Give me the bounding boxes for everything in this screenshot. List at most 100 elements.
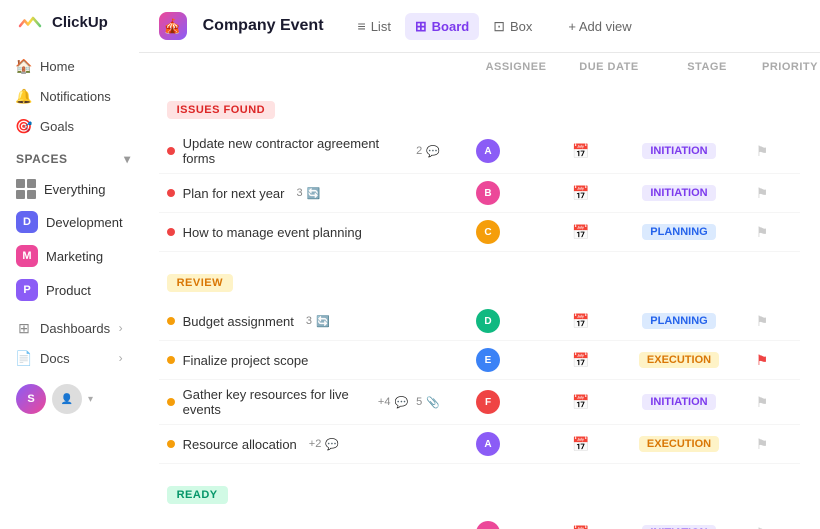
sidebar-item-development[interactable]: D Development [8,206,131,238]
sidebar-logo[interactable]: ClickUp [0,0,139,52]
assignee-avatar: B [476,181,500,205]
group-issues-header[interactable]: ISSUES FOUND [159,95,800,125]
development-icon: D [16,211,38,233]
board-icon: ⊞ [415,18,427,35]
assignee-avatar: A [476,432,500,456]
calendar-icon: 📅 [572,185,589,202]
sidebar-item-product[interactable]: P Product [8,274,131,306]
status-badge: PLANNING [642,313,715,329]
tab-list[interactable]: ≡ List [348,13,401,40]
spaces-list: Everything D Development M Marketing P P… [0,170,139,310]
status-badge: EXECUTION [639,352,719,368]
flag-icon: ⚑ [756,224,769,241]
col-priority: PRIORITY [760,61,820,73]
col-due-date: DUE DATE [564,61,654,73]
calendar-icon: 📅 [572,224,589,241]
task-row[interactable]: How to manage event planning C 📅 PLANNIN… [159,213,800,252]
user-menu-arrow: ▾ [88,394,93,405]
group-ready-header[interactable]: READY [159,480,800,510]
assignee-avatar: C [476,220,500,244]
task-row[interactable]: Budget assignment 3 🔄 D 📅 PLANNING ⚑ [159,302,800,341]
assignee-avatar: B [476,521,500,529]
sidebar-item-everything[interactable]: Everything [8,174,131,204]
tab-box[interactable]: ⊡ Box [483,13,542,40]
user-avatar-photo: 👤 [52,384,82,414]
task-meta: 3 🔄 [297,187,321,200]
add-view-button[interactable]: + Add view [558,14,641,39]
sidebar-item-notifications[interactable]: 🔔 Notifications [8,82,131,110]
sidebar-item-marketing[interactable]: M Marketing [8,240,131,272]
task-meta: +4 💬 5 📎 [378,396,440,409]
ready-badge: READY [167,486,228,504]
assignee-avatar: D [476,309,500,333]
task-row[interactable]: Update new contractor agreement forms 2 … [159,129,800,174]
assignee-avatar: F [476,390,500,414]
priority-dot [167,317,175,325]
sidebar-item-docs[interactable]: 📄 Docs › [8,344,131,372]
goals-icon: 🎯 [16,118,32,134]
everything-icon [16,179,36,199]
calendar-icon: 📅 [572,143,589,160]
sidebar-item-goals[interactable]: 🎯 Goals [8,112,131,140]
bell-icon: 🔔 [16,88,32,104]
task-row[interactable]: Gather key resources for live events +4 … [159,380,800,425]
status-badge: EXECUTION [639,436,719,452]
sidebar-bottom-nav: ⊞ Dashboards › 📄 Docs › [0,310,139,376]
sidebar-item-dashboards[interactable]: ⊞ Dashboards › [8,314,131,342]
group-ready: READY New contractor agreement B 📅 INITI… [159,480,800,529]
spaces-header[interactable]: Spaces ▾ [16,152,131,166]
view-tabs: ≡ List ⊞ Board ⊡ Box [348,13,543,40]
flag-red-icon: ⚑ [756,352,769,369]
page-header: 🎪 Company Event ≡ List ⊞ Board ⊡ Box + A… [139,0,820,53]
sidebar-nav: 🏠 Home 🔔 Notifications 🎯 Goals [0,52,139,140]
task-meta: 2 💬 [416,145,440,158]
col-assignee: ASSIGNEE [476,61,556,73]
flag-icon: ⚑ [756,394,769,411]
chevron-right-icon: › [119,321,123,335]
calendar-icon: 📅 [572,352,589,369]
marketing-icon: M [16,245,38,267]
task-row[interactable]: Finalize project scope E 📅 EXECUTION ⚑ [159,341,800,380]
task-row[interactable]: New contractor agreement B 📅 INITIATION … [159,514,800,529]
task-row[interactable]: Plan for next year 3 🔄 B 📅 INITIATION ⚑ [159,174,800,213]
clickup-logo-icon [16,8,44,36]
sidebar-item-home[interactable]: 🏠 Home [8,52,131,80]
priority-dot [167,147,175,155]
status-badge: INITIATION [642,185,715,201]
sidebar: ClickUp 🏠 Home 🔔 Notifications 🎯 Goals S… [0,0,139,529]
assignee-avatar: E [476,348,500,372]
priority-dot [167,356,175,364]
flag-icon: ⚑ [756,525,769,529]
project-icon: 🎪 [159,12,187,40]
task-meta: +2 💬 [309,438,339,451]
priority-dot [167,398,175,406]
dashboards-icon: ⊞ [16,320,32,336]
assignee-avatar: A [476,139,500,163]
user-avatar-area[interactable]: S 👤 ▾ [0,376,139,422]
priority-dot [167,228,175,236]
user-avatar[interactable]: S [16,384,46,414]
task-list: ISSUES FOUND Update new contractor agree… [139,79,820,529]
status-badge: PLANNING [642,224,715,240]
flag-icon: ⚑ [756,436,769,453]
status-badge: INITIATION [642,143,715,159]
box-icon: ⊡ [493,18,505,35]
group-review: REVIEW Budget assignment 3 🔄 D 📅 PLANNIN… [159,268,800,464]
flag-icon: ⚑ [756,313,769,330]
calendar-icon: 📅 [572,436,589,453]
spaces-section: Spaces ▾ [0,140,139,170]
calendar-icon: 📅 [572,394,589,411]
status-badge: INITIATION [642,525,715,529]
status-badge: INITIATION [642,394,715,410]
priority-dot [167,440,175,448]
task-row[interactable]: Resource allocation +2 💬 A 📅 EXECUTION ⚑ [159,425,800,464]
task-meta: 3 🔄 [306,315,330,328]
priority-dot [167,189,175,197]
home-icon: 🏠 [16,58,32,74]
issues-badge: ISSUES FOUND [167,101,276,119]
docs-icon: 📄 [16,350,32,366]
group-review-header[interactable]: REVIEW [159,268,800,298]
flag-icon: ⚑ [756,185,769,202]
flag-icon: ⚑ [756,143,769,160]
tab-board[interactable]: ⊞ Board [405,13,479,40]
